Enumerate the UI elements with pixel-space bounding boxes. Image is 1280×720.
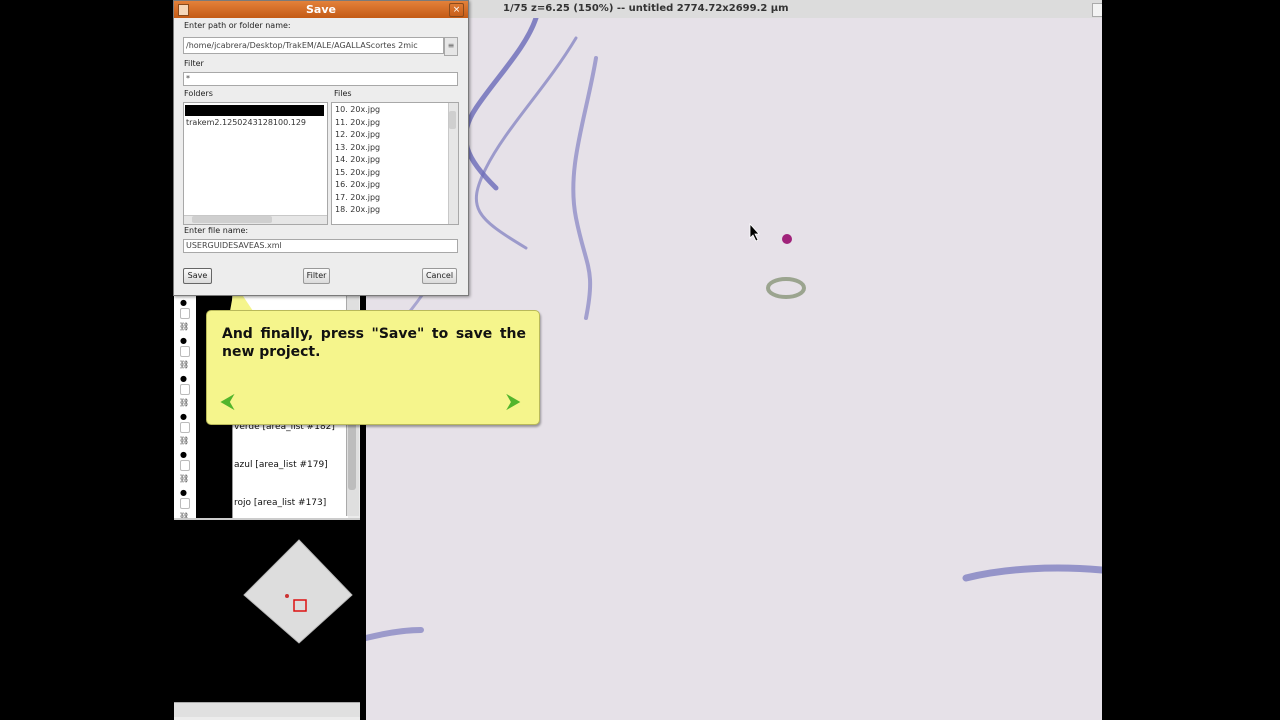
lock-icon[interactable] bbox=[180, 422, 190, 433]
link-icon[interactable]: ⛓ bbox=[179, 436, 189, 445]
path-history-button[interactable]: ≡ bbox=[444, 37, 458, 56]
image-window-title: 1/75 z=6.25 (150%) -- untitled 2774.72x2… bbox=[503, 3, 789, 14]
tooltip-text: And finally, press "Save" to save the ne… bbox=[222, 326, 526, 360]
prev-arrow-icon[interactable]: ⮜ bbox=[221, 391, 234, 412]
eye-icon[interactable]: ● bbox=[180, 488, 187, 497]
eye-icon[interactable]: ● bbox=[180, 298, 187, 307]
lock-icon[interactable] bbox=[180, 308, 190, 319]
file-item[interactable]: 18. 20x.jpg bbox=[335, 205, 380, 214]
cancel-button[interactable]: Cancel bbox=[422, 268, 457, 284]
layer-thumbnail bbox=[196, 484, 232, 522]
folders-label: Folders bbox=[184, 89, 213, 98]
file-item[interactable]: 10. 20x.jpg bbox=[335, 105, 380, 114]
folder-item[interactable]: trakem2.1250243128100.129 bbox=[186, 118, 306, 127]
filename-input[interactable]: USERGUIDESAVEAS.xml bbox=[183, 239, 458, 253]
filename-label: Enter file name: bbox=[184, 226, 249, 235]
eye-icon[interactable]: ● bbox=[180, 412, 187, 421]
close-icon[interactable]: × bbox=[449, 3, 464, 17]
lock-icon[interactable] bbox=[180, 346, 190, 357]
layer-label: azul [area_list #179] bbox=[232, 446, 348, 484]
file-item[interactable]: 13. 20x.jpg bbox=[335, 143, 380, 152]
filter-button[interactable]: Filter bbox=[303, 268, 330, 284]
file-item[interactable]: 15. 20x.jpg bbox=[335, 168, 380, 177]
folder-item-selected[interactable] bbox=[185, 105, 324, 116]
file-item[interactable]: 17. 20x.jpg bbox=[335, 193, 380, 202]
desktop-background bbox=[1102, 0, 1280, 720]
link-icon[interactable]: ⛓ bbox=[179, 322, 189, 331]
eye-icon[interactable]: ● bbox=[180, 374, 187, 383]
navigator-view[interactable] bbox=[174, 518, 360, 702]
file-item[interactable]: 16. 20x.jpg bbox=[335, 180, 380, 189]
mouse-cursor-icon bbox=[749, 222, 760, 242]
filter-input[interactable]: * bbox=[183, 72, 458, 86]
layer-row[interactable]: ● ⛓ azul [area_list #179] bbox=[174, 446, 348, 485]
file-item[interactable]: 14. 20x.jpg bbox=[335, 155, 380, 164]
folders-list[interactable]: trakem2.1250243128100.129 bbox=[183, 102, 328, 225]
scrollbar-thumb[interactable] bbox=[192, 216, 272, 223]
link-icon[interactable]: ⛓ bbox=[179, 474, 189, 483]
navigator-image bbox=[243, 539, 353, 644]
file-item[interactable]: 11. 20x.jpg bbox=[335, 118, 380, 127]
navigator-scrollbar[interactable] bbox=[174, 702, 360, 717]
lock-icon[interactable] bbox=[180, 460, 190, 471]
path-input[interactable]: /home/jcabrera/Desktop/TrakEM/ALE/AGALLA… bbox=[183, 37, 444, 54]
tutorial-tooltip: And finally, press "Save" to save the ne… bbox=[206, 310, 540, 425]
file-item[interactable]: 12. 20x.jpg bbox=[335, 130, 380, 139]
image-window-titlebar: 1/75 z=6.25 (150%) -- untitled 2774.72x2… bbox=[366, 0, 1102, 19]
save-button[interactable]: Save bbox=[183, 268, 212, 284]
lock-icon[interactable] bbox=[180, 498, 190, 509]
scrollbar-thumb[interactable] bbox=[449, 111, 456, 129]
window-menu-icon[interactable] bbox=[178, 4, 189, 16]
cell-dot bbox=[782, 234, 792, 244]
eye-icon[interactable]: ● bbox=[180, 336, 187, 345]
files-list[interactable]: 10. 20x.jpg 11. 20x.jpg 12. 20x.jpg 13. … bbox=[331, 102, 459, 225]
layer-thumbnail bbox=[196, 446, 232, 484]
link-icon[interactable]: ⛓ bbox=[179, 360, 189, 369]
layer-label: rojo [area_list #173] bbox=[232, 484, 348, 522]
eye-icon[interactable]: ● bbox=[180, 450, 187, 459]
path-label: Enter path or folder name: bbox=[184, 21, 291, 30]
next-arrow-icon[interactable]: ⮞ bbox=[507, 391, 520, 412]
dialog-title: Save bbox=[174, 1, 468, 18]
window-close-icon[interactable] bbox=[1092, 3, 1102, 17]
save-dialog: Save × Enter path or folder name: /home/… bbox=[173, 0, 469, 296]
files-label: Files bbox=[334, 89, 352, 98]
link-icon[interactable]: ⛓ bbox=[179, 398, 189, 407]
filter-label: Filter bbox=[184, 59, 204, 68]
lock-icon[interactable] bbox=[180, 384, 190, 395]
